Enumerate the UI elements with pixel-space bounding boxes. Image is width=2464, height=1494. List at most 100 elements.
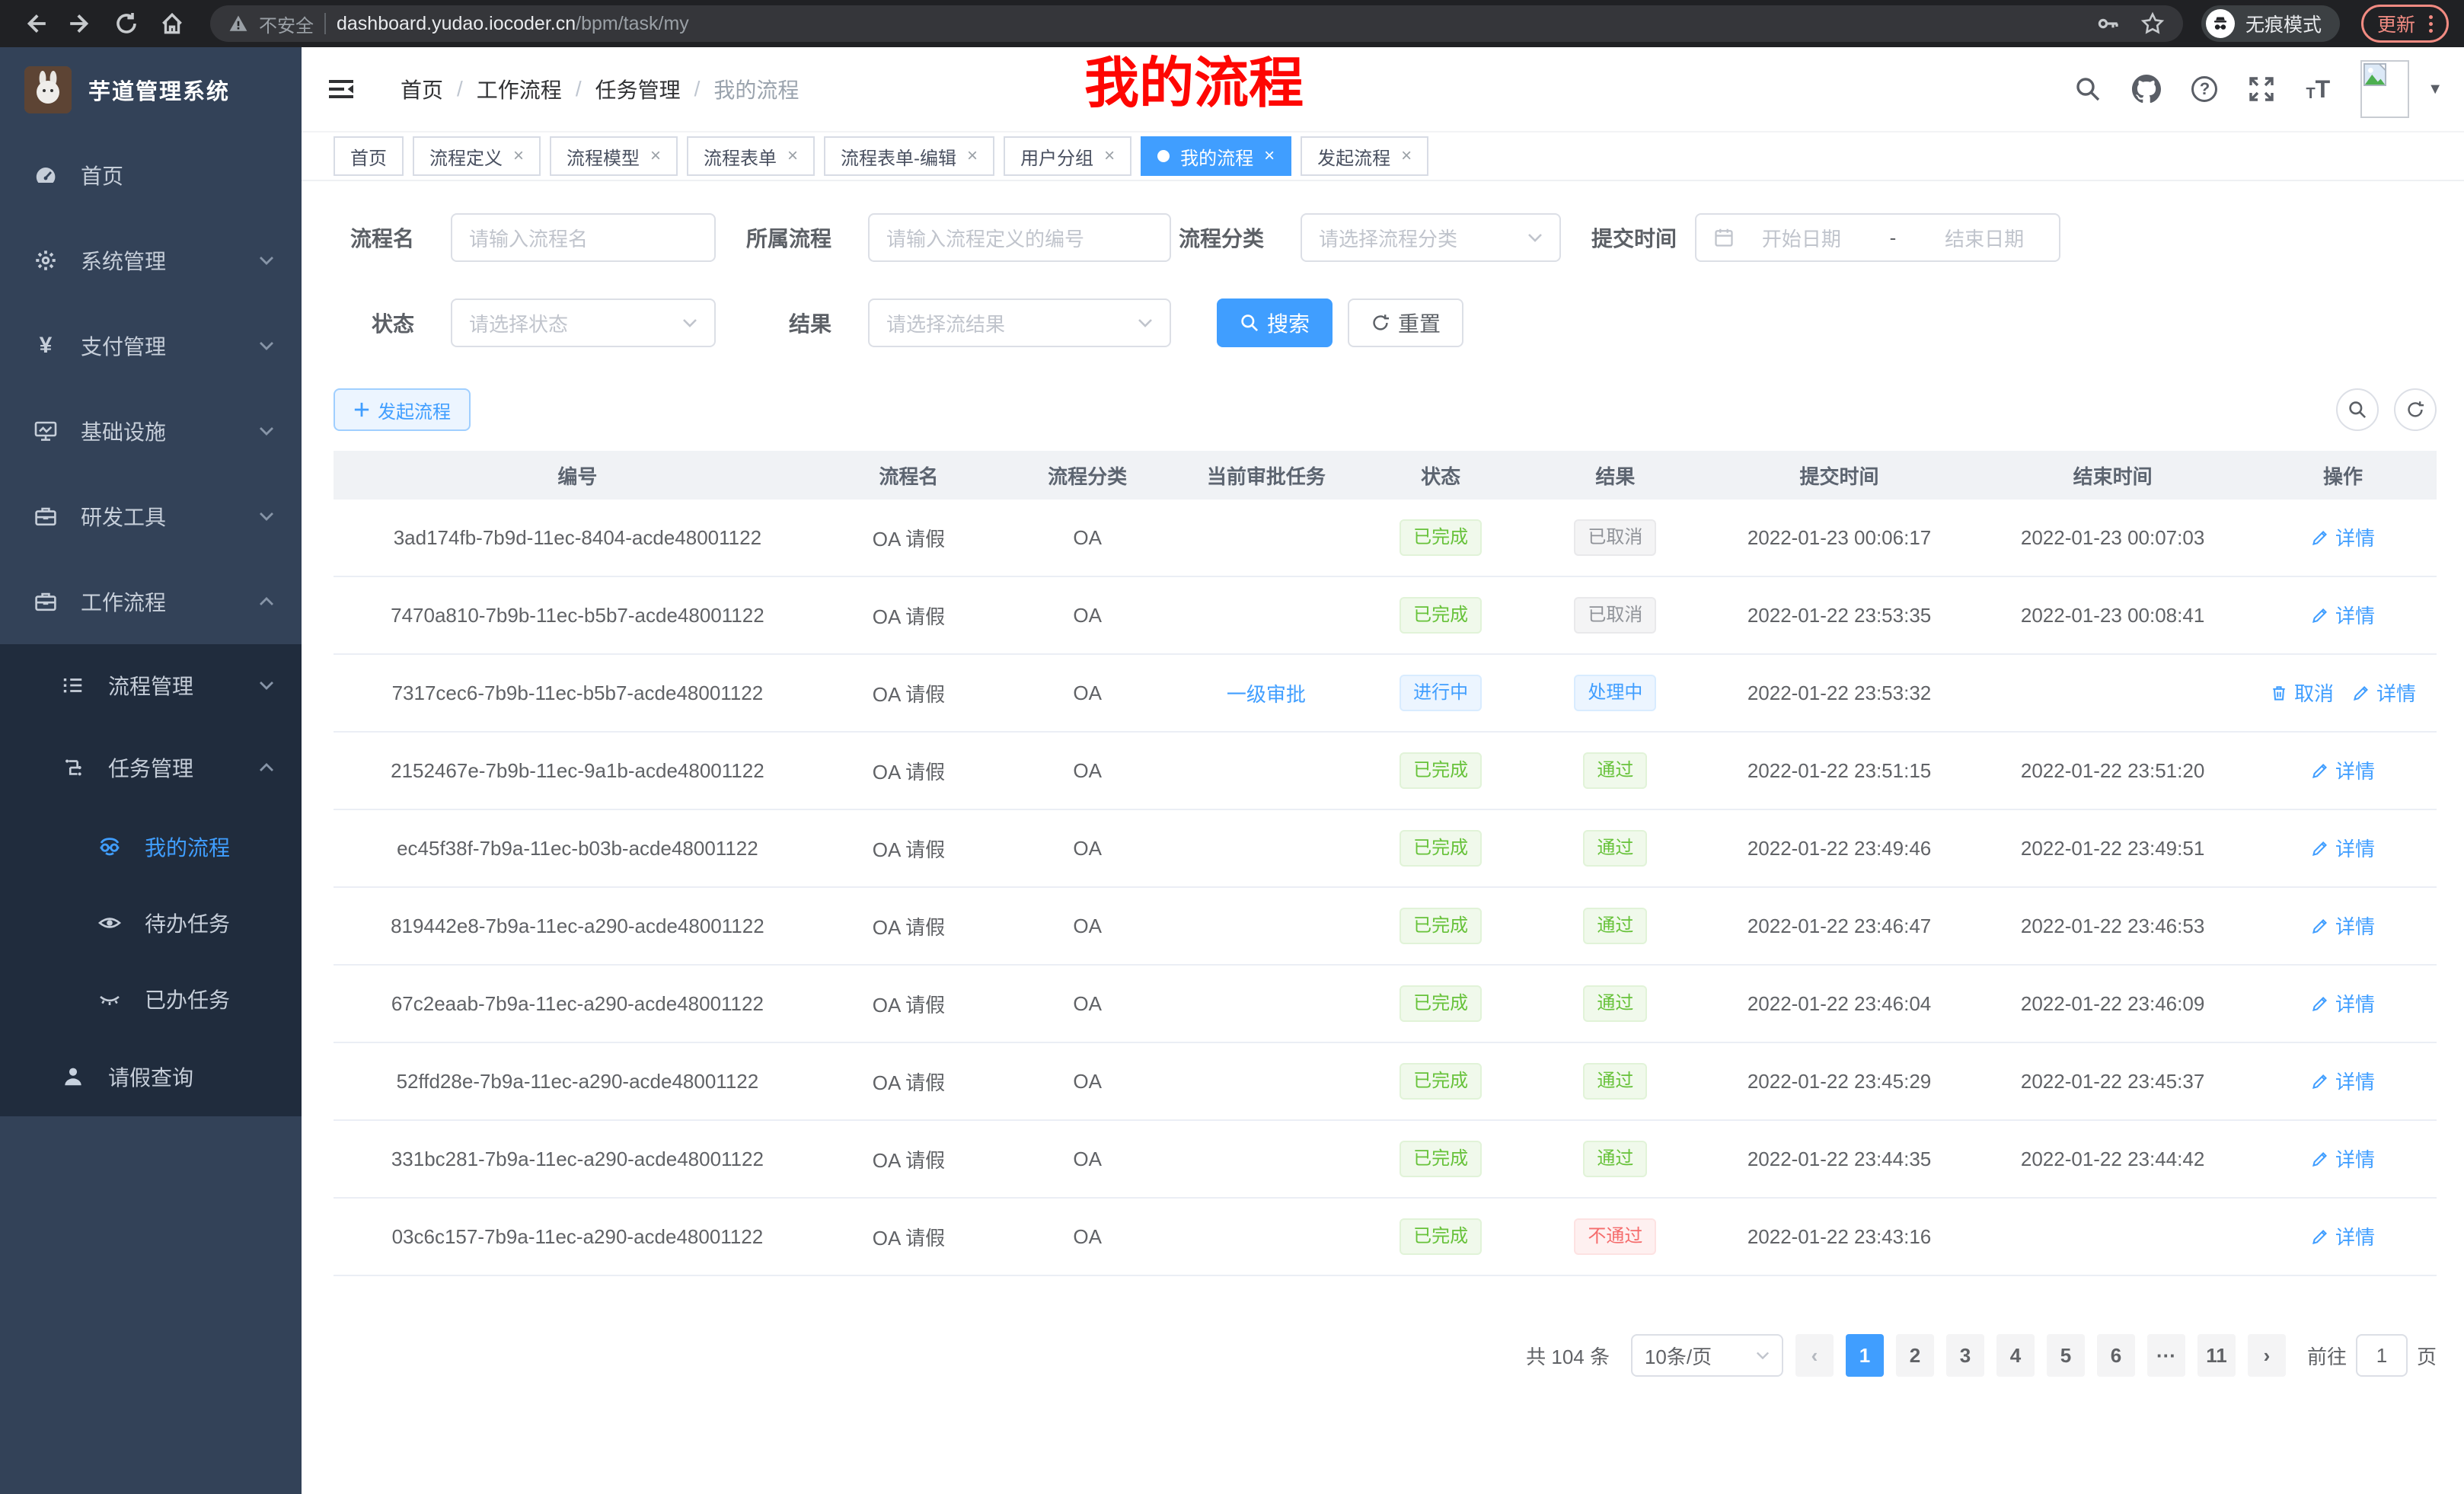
close-icon[interactable]: ×: [967, 147, 978, 165]
search-button[interactable]: 搜索: [1217, 298, 1333, 347]
page-button[interactable]: 1: [1846, 1334, 1884, 1377]
sidebar-item-leave-query[interactable]: 请假查询: [0, 1037, 302, 1116]
page-size-select[interactable]: 10条/页: [1631, 1334, 1783, 1377]
submit-time-range-picker[interactable]: 开始日期 - 结束日期: [1695, 213, 2060, 262]
page-button[interactable]: 6: [2097, 1334, 2135, 1377]
detail-link[interactable]: 详情: [2311, 834, 2375, 862]
detail-link[interactable]: 详情: [2311, 601, 2375, 629]
browser-menu-icon[interactable]: [2429, 15, 2433, 33]
close-icon[interactable]: ×: [787, 147, 798, 165]
close-icon[interactable]: ×: [650, 147, 661, 165]
close-icon[interactable]: ×: [1401, 147, 1412, 165]
sidebar-item-home[interactable]: 首页: [0, 132, 302, 218]
breadcrumb-item[interactable]: 工作流程: [477, 74, 562, 104]
cancel-link[interactable]: 取消: [2270, 678, 2334, 707]
tab-home[interactable]: 首页: [334, 136, 404, 176]
sidebar-item-workflow[interactable]: 工作流程: [0, 559, 302, 644]
page-button[interactable]: 4: [1996, 1334, 2035, 1377]
tab-user-group[interactable]: 用户分组×: [1004, 136, 1131, 176]
refresh-icon-button[interactable]: [2394, 388, 2437, 431]
start-date-placeholder[interactable]: 开始日期: [1744, 224, 1859, 252]
reset-button[interactable]: 重置: [1348, 298, 1463, 347]
close-icon[interactable]: ×: [513, 147, 524, 165]
tab-process-form[interactable]: 流程表单×: [687, 136, 815, 176]
definition-input[interactable]: 请输入流程定义的编号: [868, 213, 1171, 262]
goto-page-input[interactable]: 1: [2356, 1334, 2408, 1377]
category-select[interactable]: 请选择流程分类: [1301, 213, 1561, 262]
not-secure-warning-icon: [228, 14, 248, 34]
detail-link[interactable]: 详情: [2311, 1067, 2375, 1095]
sidebar-item-my-process[interactable]: 我的流程: [0, 809, 302, 885]
prev-page-button[interactable]: ‹: [1795, 1334, 1834, 1377]
detail-link[interactable]: 详情: [2311, 1222, 2375, 1250]
detail-link[interactable]: 详情: [2311, 756, 2375, 784]
forward-icon[interactable]: [61, 4, 101, 43]
sidebar-item-done-tasks[interactable]: 已办任务: [0, 961, 302, 1037]
detail-link[interactable]: 详情: [2311, 523, 2375, 551]
tags-view-bar: 首页 流程定义× 流程模型× 流程表单× 流程表单-编辑× 用户分组× 我的流程…: [302, 132, 2464, 181]
detail-link[interactable]: 详情: [2311, 989, 2375, 1017]
key-icon[interactable]: [2096, 11, 2121, 36]
sidebar-item-label: 首页: [81, 160, 123, 190]
avatar[interactable]: [2360, 60, 2409, 118]
gear-icon: [34, 248, 58, 273]
tab-process-model[interactable]: 流程模型×: [550, 136, 678, 176]
sidebar-item-devtools[interactable]: 研发工具: [0, 474, 302, 559]
home-icon[interactable]: [152, 4, 192, 43]
sidebar-item-process-mgmt[interactable]: 流程管理: [0, 644, 302, 726]
back-icon[interactable]: [15, 4, 55, 43]
result-select[interactable]: 请选择流结果: [868, 298, 1171, 347]
page-button[interactable]: 11: [2197, 1334, 2236, 1377]
tab-process-form-edit[interactable]: 流程表单-编辑×: [824, 136, 994, 176]
incognito-icon: [2206, 9, 2235, 38]
current-task-link[interactable]: 一级审批: [1227, 679, 1306, 707]
page-button[interactable]: 5: [2047, 1334, 2085, 1377]
collapse-menu-icon[interactable]: [329, 77, 355, 101]
close-icon[interactable]: ×: [1264, 147, 1275, 165]
table-row: 52ffd28e-7b9a-11ec-a290-acde48001122 OA …: [334, 1042, 2437, 1120]
more-pages-button[interactable]: ···: [2147, 1334, 2185, 1377]
sidebar-item-infra[interactable]: 基础设施: [0, 388, 302, 474]
tab-process-definition[interactable]: 流程定义×: [413, 136, 541, 176]
table-row: ec45f38f-7b9a-11ec-b03b-acde48001122 OA …: [334, 809, 2437, 887]
start-process-button[interactable]: 发起流程: [334, 388, 471, 431]
update-button[interactable]: 更新: [2361, 5, 2449, 43]
sidebar-item-label: 我的流程: [145, 832, 230, 862]
col-result: 结果: [1528, 451, 1703, 500]
show-search-icon-button[interactable]: [2336, 388, 2379, 431]
tab-my-process[interactable]: 我的流程×: [1141, 136, 1291, 176]
detail-link[interactable]: 详情: [2311, 1144, 2375, 1173]
status-select[interactable]: 请选择状态: [451, 298, 716, 347]
sidebar-item-system[interactable]: 系统管理: [0, 218, 302, 303]
search-icon[interactable]: [2074, 75, 2102, 103]
chevron-down-icon[interactable]: ▼: [2427, 81, 2443, 98]
status-label: 状态: [334, 308, 414, 338]
url-bar[interactable]: 不安全 dashboard.yudao.iocoder.cn/bpm/task/…: [210, 5, 2183, 42]
security-label[interactable]: 不安全: [259, 11, 314, 37]
end-date-placeholder[interactable]: 结束日期: [1926, 224, 2042, 252]
fullscreen-icon[interactable]: [2248, 75, 2275, 103]
chevron-down-icon: [259, 256, 274, 265]
breadcrumb-item[interactable]: 首页: [401, 74, 443, 104]
github-icon[interactable]: [2132, 75, 2161, 104]
close-icon[interactable]: ×: [1104, 147, 1115, 165]
calendar-icon: [1713, 227, 1735, 248]
page-button[interactable]: 2: [1896, 1334, 1934, 1377]
detail-link[interactable]: 详情: [2311, 911, 2375, 940]
font-size-icon[interactable]: TT: [2306, 77, 2330, 101]
reload-icon[interactable]: [107, 4, 146, 43]
breadcrumb-item[interactable]: 任务管理: [595, 74, 681, 104]
sidebar-item-task-mgmt[interactable]: 任务管理: [0, 726, 302, 809]
process-name-input[interactable]: 请输入流程名: [451, 213, 716, 262]
bookmark-star-icon[interactable]: [2140, 11, 2165, 36]
next-page-button[interactable]: ›: [2248, 1334, 2286, 1377]
tab-start-process[interactable]: 发起流程×: [1301, 136, 1428, 176]
sidebar-item-label: 系统管理: [81, 245, 166, 276]
status-badge: 已完成: [1400, 752, 1482, 789]
detail-link[interactable]: 详情: [2352, 678, 2416, 707]
page-button[interactable]: 3: [1946, 1334, 1984, 1377]
status-badge: 已完成: [1400, 830, 1482, 867]
sidebar-item-todo-tasks[interactable]: 待办任务: [0, 885, 302, 961]
help-icon[interactable]: ?: [2191, 76, 2217, 102]
sidebar-item-payment[interactable]: ¥ 支付管理: [0, 303, 302, 388]
